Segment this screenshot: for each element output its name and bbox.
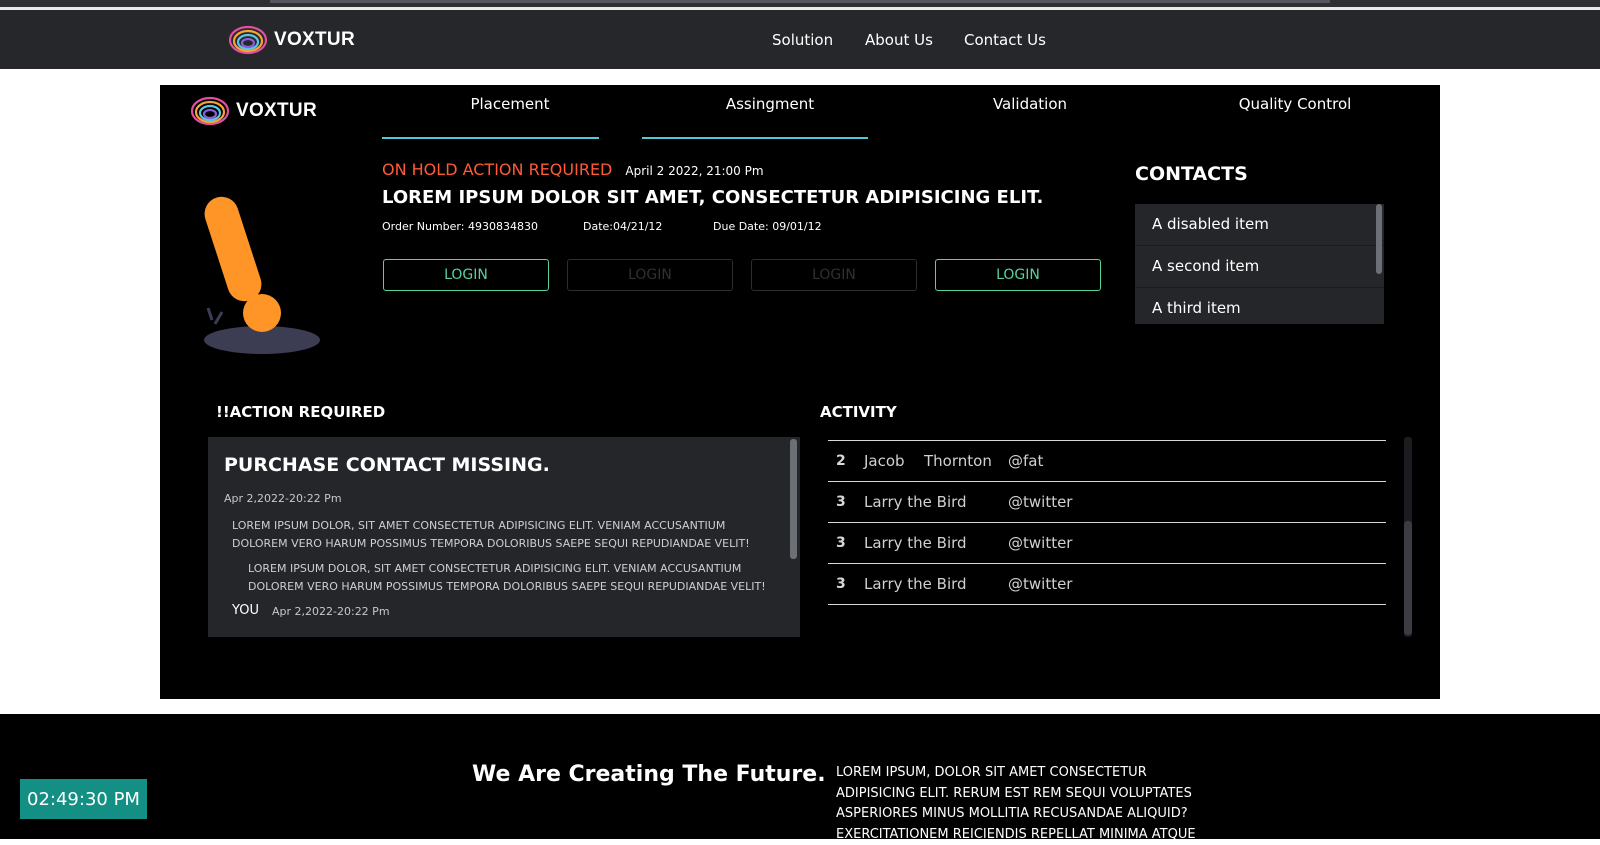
- voxtur-logo-icon: [228, 25, 268, 55]
- order-number: Order Number: 4930834830: [382, 220, 538, 233]
- action-panel: PURCHASE CONTACT MISSING. Apr 2,2022-20:…: [208, 437, 800, 637]
- order-card: VOXTUR Placement Assingment Validation Q…: [160, 85, 1440, 699]
- tab-assingment[interactable]: Assingment: [705, 95, 835, 113]
- login-button-1[interactable]: LOGIN: [383, 259, 549, 291]
- row-first: Larry the Bird: [864, 575, 967, 593]
- order-headline: LOREM IPSUM DOLOR SIT AMET, CONSECTETUR …: [382, 187, 1044, 208]
- browser-top-strip: [0, 0, 1600, 10]
- footer-tagline: We Are Creating The Future.: [472, 762, 826, 787]
- activity-table: 2 Jacob Thornton @fat 3 Larry the Bird @…: [828, 440, 1418, 638]
- card-logo[interactable]: VOXTUR: [190, 95, 317, 127]
- row-number: 3: [836, 494, 846, 510]
- row-handle: @twitter: [1008, 575, 1073, 593]
- nav-contact-us[interactable]: Contact Us: [964, 31, 1046, 49]
- action-title: PURCHASE CONTACT MISSING.: [224, 454, 550, 476]
- tab-validation[interactable]: Validation: [970, 95, 1090, 113]
- login-button-2-disabled: LOGIN: [567, 259, 733, 291]
- row-first: Jacob: [864, 452, 905, 470]
- clock-widget: 02:49:30 PM: [20, 779, 147, 819]
- nav-about-us[interactable]: About Us: [865, 31, 933, 49]
- contacts-scrollbar[interactable]: [1376, 204, 1382, 274]
- top-strip-bar: [270, 0, 1330, 3]
- order-date: Date:04/21/12: [583, 220, 663, 233]
- activity-scrollbar[interactable]: [1404, 521, 1412, 635]
- contact-item-disabled: A disabled item: [1135, 204, 1384, 246]
- contacts-title: CONTACTS: [1135, 163, 1248, 185]
- footer-body: LOREM IPSUM, DOLOR SIT AMET CONSECTETUR …: [836, 765, 1196, 842]
- tab-placement[interactable]: Placement: [450, 95, 570, 113]
- action-section-title: !!ACTION REQUIRED: [216, 403, 386, 421]
- tab-placement-underline: [382, 137, 599, 139]
- site-logo[interactable]: VOXTUR: [228, 24, 355, 56]
- nav-solution[interactable]: Solution: [772, 31, 833, 49]
- login-button-4[interactable]: LOGIN: [935, 259, 1101, 291]
- activity-scroll-track: [1404, 437, 1412, 637]
- site-header: VOXTUR Solution About Us Contact Us: [0, 10, 1600, 69]
- action-message-2: LOREM IPSUM DOLOR, SIT AMET CONSECTETUR …: [248, 562, 766, 593]
- tab-assingment-underline: [642, 137, 868, 139]
- status-text: ON HOLD ACTION REQUIRED: [382, 160, 613, 179]
- row-number: 3: [836, 576, 846, 592]
- row-first: Larry the Bird: [864, 534, 967, 552]
- main-nav-2: About Us: [865, 10, 933, 69]
- main-nav: Solution: [772, 10, 833, 69]
- site-footer: We Are Creating The Future. LOREM IPSUM,…: [0, 714, 1600, 842]
- activity-row[interactable]: 3 Larry the Bird @twitter: [828, 481, 1386, 522]
- contact-item-second[interactable]: A second item: [1135, 246, 1384, 288]
- card-brand-name: VOXTUR: [236, 100, 317, 121]
- brand-name: VOXTUR: [274, 29, 355, 50]
- activity-row[interactable]: 2 Jacob Thornton @fat: [828, 440, 1386, 481]
- row-handle: @twitter: [1008, 534, 1073, 552]
- reply-time: Apr 2,2022-20:22 Pm: [272, 605, 390, 618]
- main-nav-3: Contact Us: [964, 10, 1046, 69]
- row-number: 3: [836, 535, 846, 551]
- action-message-1: LOREM IPSUM DOLOR, SIT AMET CONSECTETUR …: [232, 519, 750, 550]
- tab-quality-control[interactable]: Quality Control: [1220, 95, 1370, 113]
- reply-author: YOU: [232, 603, 259, 618]
- exclamation-illustration-icon: [204, 196, 320, 354]
- row-last: Thornton: [924, 452, 992, 470]
- action-scrollbar[interactable]: [790, 439, 797, 559]
- contacts-list[interactable]: A disabled item A second item A third it…: [1135, 204, 1384, 324]
- status-line: ON HOLD ACTION REQUIRED April 2 2022, 21…: [382, 160, 764, 179]
- activity-row[interactable]: 3 Larry the Bird @twitter: [828, 522, 1386, 563]
- row-handle: @twitter: [1008, 493, 1073, 511]
- activity-title: ACTIVITY: [820, 403, 897, 421]
- contact-item-third[interactable]: A third item: [1135, 288, 1384, 324]
- status-time: April 2 2022, 21:00 Pm: [625, 164, 764, 178]
- order-due-date: Due Date: 09/01/12: [713, 220, 822, 233]
- row-number: 2: [836, 453, 846, 469]
- voxtur-logo-icon: [190, 96, 230, 126]
- row-handle: @fat: [1008, 452, 1044, 470]
- login-button-3-disabled: LOGIN: [751, 259, 917, 291]
- activity-row[interactable]: 3 Larry the Bird @twitter: [828, 563, 1386, 605]
- action-timestamp: Apr 2,2022-20:22 Pm: [224, 492, 342, 505]
- row-first: Larry the Bird: [864, 493, 967, 511]
